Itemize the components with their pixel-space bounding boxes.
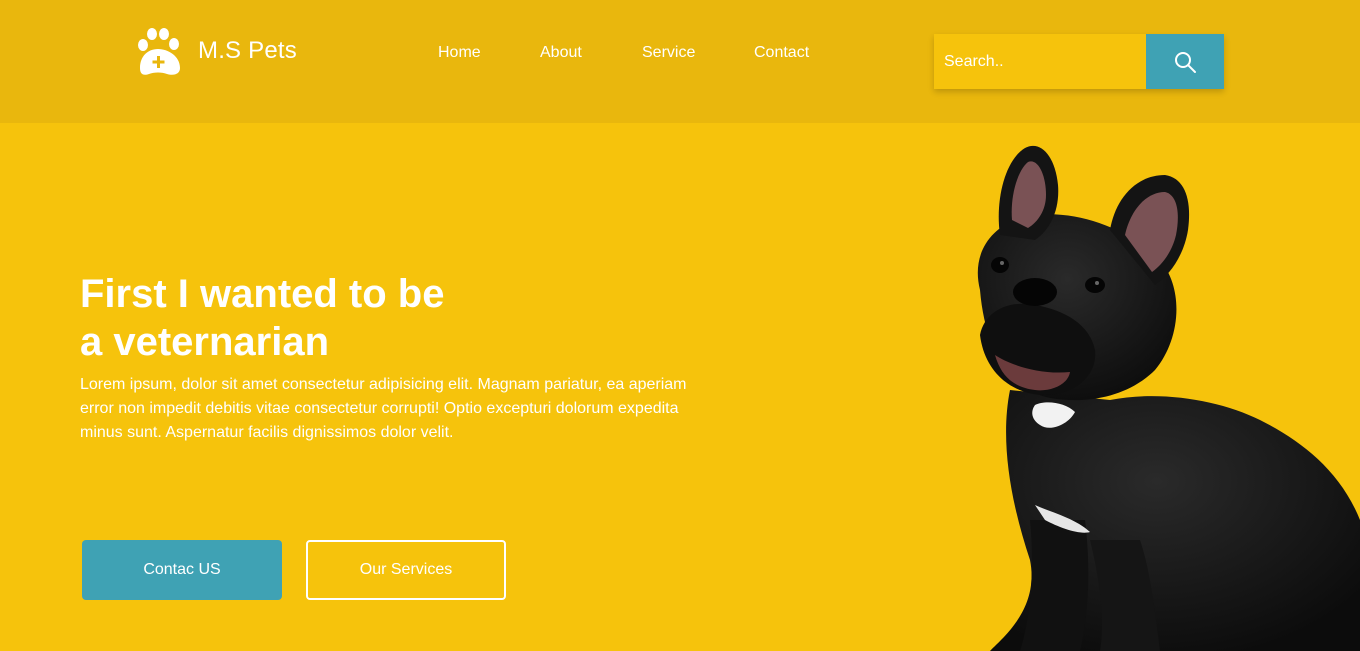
search-bar [934, 34, 1224, 89]
hero-description: Lorem ipsum, dolor sit amet consectetur … [80, 376, 687, 441]
nav-link-home[interactable]: Home [438, 44, 481, 62]
hero-title: First I wanted to be a veternarian [80, 270, 600, 366]
paw-plus-icon [138, 28, 180, 75]
nav-link-about[interactable]: About [540, 44, 582, 62]
search-button[interactable] [1146, 34, 1224, 89]
french-bulldog-image [977, 145, 1360, 651]
contact-us-button[interactable]: Contac US [82, 540, 282, 600]
site-header: M.S Pets Home About Service Contact [0, 0, 1360, 123]
nav-link-service[interactable]: Service [642, 44, 695, 62]
hero-title-line-1: First I wanted to be [80, 272, 445, 316]
hero-title-line-2: a veternarian [80, 320, 330, 364]
search-icon [1175, 51, 1196, 73]
our-services-button[interactable]: Our Services [306, 540, 506, 600]
brand-logo[interactable]: M.S Pets [134, 24, 297, 78]
brand-name: M.S Pets [198, 37, 297, 64]
nav-link-contact[interactable]: Contact [754, 44, 809, 62]
search-input[interactable] [934, 34, 1146, 89]
